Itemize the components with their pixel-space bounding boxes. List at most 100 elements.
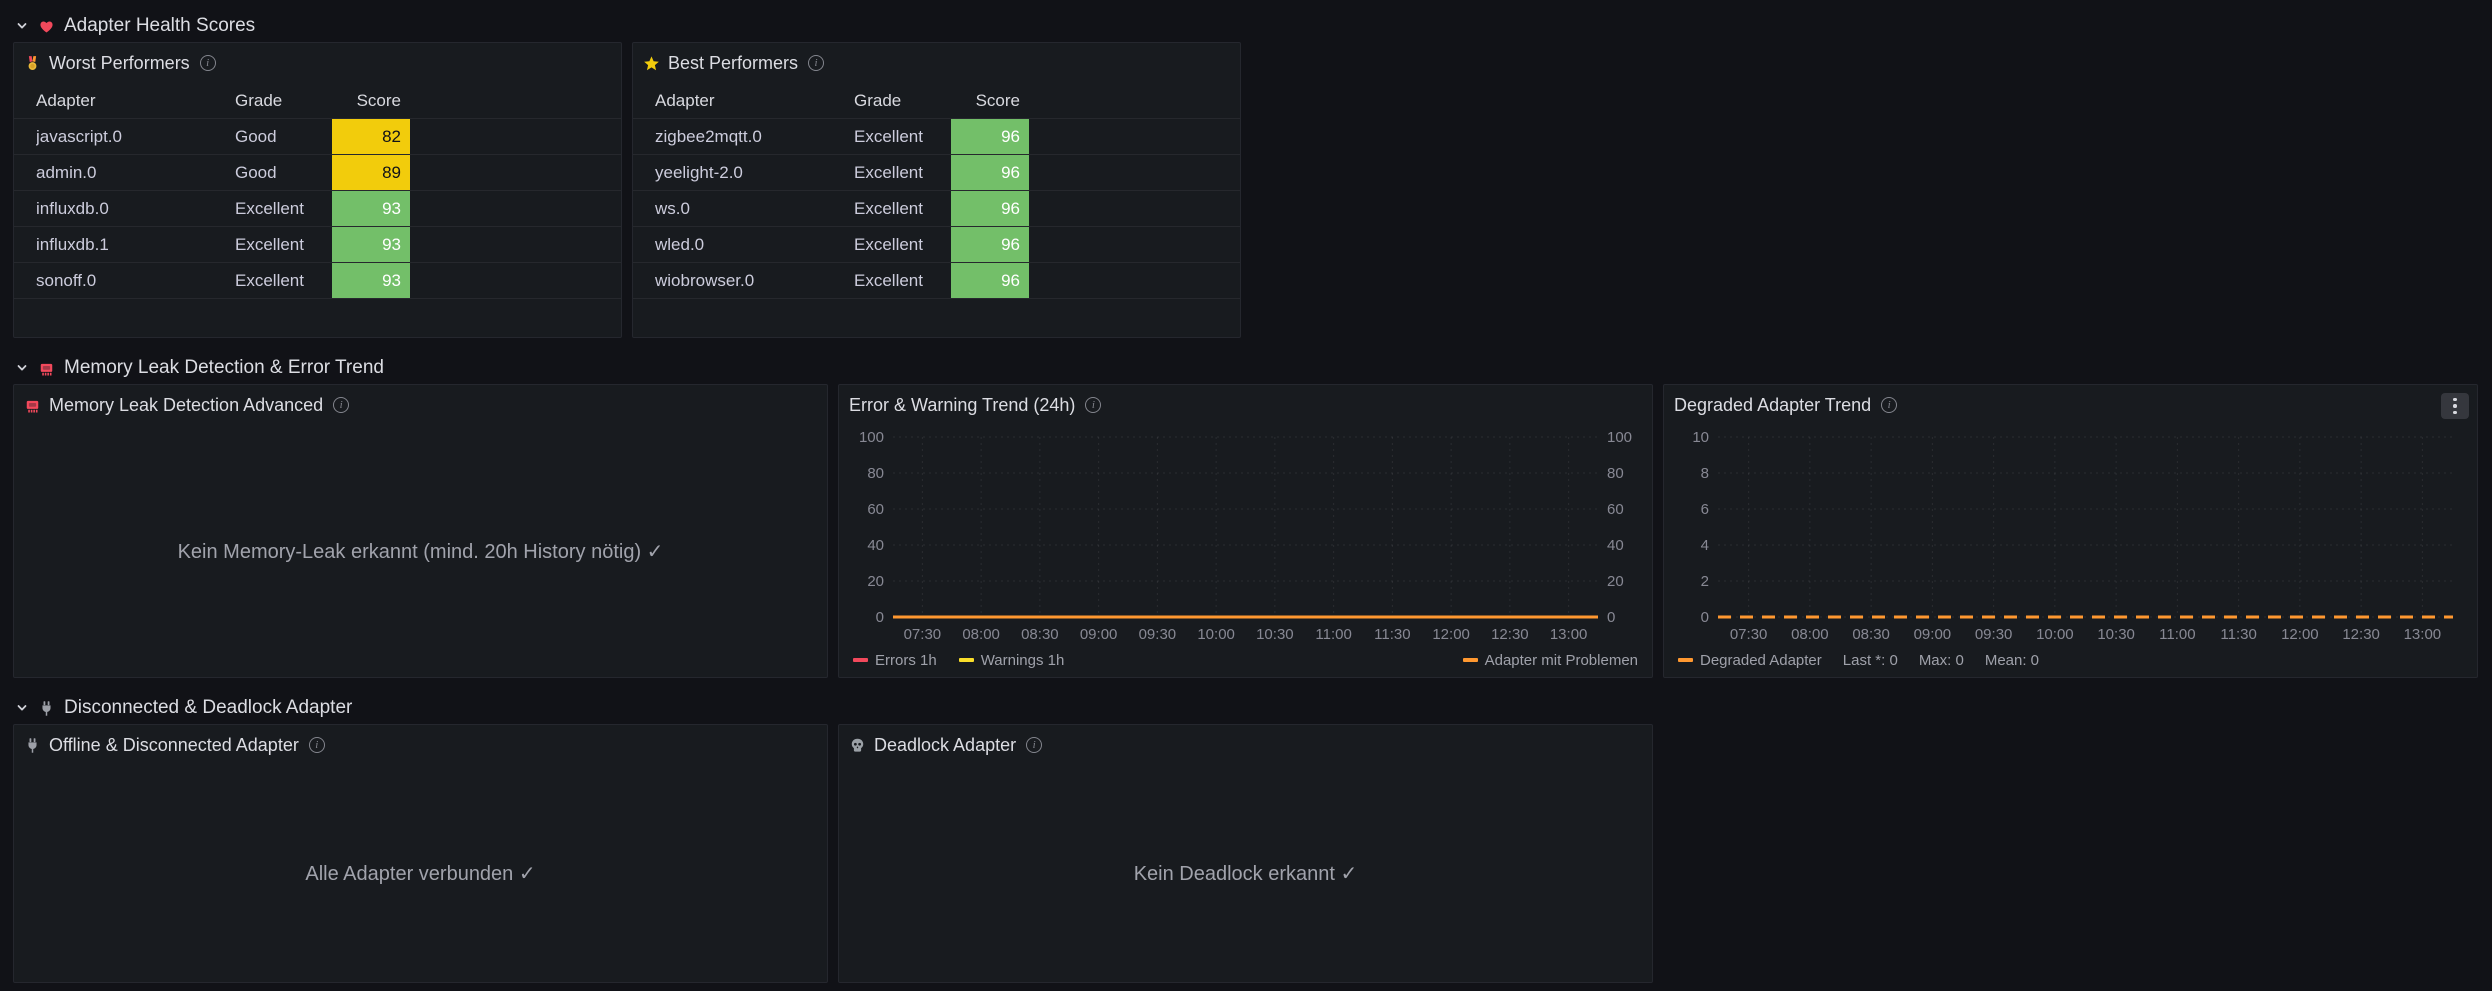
skull-icon [849, 737, 866, 754]
plug-icon [38, 700, 55, 717]
memory-chip-icon [24, 397, 41, 414]
info-icon[interactable] [200, 55, 216, 71]
legend-swatch [959, 658, 974, 662]
legend-item[interactable]: Adapter mit Problemen [1463, 652, 1638, 669]
adapter-cell: admin.0 [36, 155, 235, 190]
svg-text:0: 0 [1701, 609, 1709, 626]
svg-text:80: 80 [867, 465, 884, 482]
column-header-score[interactable]: Score [332, 83, 410, 118]
svg-text:8: 8 [1701, 465, 1709, 482]
svg-text:10:00: 10:00 [1197, 626, 1235, 643]
panel-offline-disconnected-adapter: Offline & Disconnected Adapter Alle Adap… [13, 724, 828, 983]
svg-text:0: 0 [876, 609, 884, 626]
adapter-cell: yeelight-2.0 [655, 155, 854, 190]
adapter-cell: wiobrowser.0 [655, 263, 854, 298]
panel-title[interactable]: Degraded Adapter Trend [1674, 395, 1871, 416]
memory-chip-icon [38, 360, 55, 377]
chart-plot-svg[interactable]: 00202040406060808010010007:3008:0008:300… [845, 425, 1646, 647]
degraded-adapter-plot[interactable]: 024681007:3008:0008:3009:0009:3010:0010:… [1670, 425, 2471, 647]
plug-icon [24, 737, 41, 754]
column-header-score[interactable]: Score [951, 83, 1029, 118]
panel-title[interactable]: Worst Performers [49, 53, 190, 74]
panel-title[interactable]: Best Performers [668, 53, 798, 74]
svg-text:40: 40 [867, 537, 884, 554]
legend-stat: Mean: 0 [1985, 652, 2039, 669]
table-row: sonoff.0Excellent93 [14, 263, 621, 299]
grade-cell: Excellent [854, 263, 951, 298]
legend-item[interactable]: Degraded AdapterLast *: 0Max: 0Mean: 0 [1678, 652, 2039, 669]
table-row: yeelight-2.0Excellent96 [633, 155, 1240, 191]
svg-text:12:30: 12:30 [2342, 626, 2380, 643]
legend-label: Warnings 1h [981, 652, 1065, 669]
panel-title[interactable]: Error & Warning Trend (24h) [849, 395, 1075, 416]
table-row: influxdb.0Excellent93 [14, 191, 621, 227]
row-header-memory-leak-error-trend[interactable]: Memory Leak Detection & Error Trend [15, 354, 2479, 382]
panel-menu-icon[interactable] [2441, 393, 2469, 419]
info-icon[interactable] [1026, 737, 1042, 753]
chart-plot-svg[interactable]: 024681007:3008:0008:3009:0009:3010:0010:… [1670, 425, 2471, 647]
svg-text:09:00: 09:00 [1080, 626, 1118, 643]
grade-cell: Excellent [854, 191, 951, 226]
legend-item[interactable]: Warnings 1h [959, 652, 1065, 669]
svg-text:09:00: 09:00 [1914, 626, 1952, 643]
panel-deadlock-adapter: Deadlock Adapter Kein Deadlock erkannt ✓ [838, 724, 1653, 983]
score-cell: 96 [951, 263, 1029, 298]
grade-cell: Excellent [854, 119, 951, 154]
offline-status-message: Alle Adapter verbunden ✓ [14, 765, 827, 982]
panel-best-performers: Best Performers AdapterGradeScorezigbee2… [632, 42, 1241, 338]
score-cell: 93 [332, 191, 410, 226]
adapter-cell: ws.0 [655, 191, 854, 226]
score-cell: 96 [951, 227, 1029, 262]
score-cell: 93 [332, 227, 410, 262]
column-header-grade[interactable]: Grade [854, 83, 951, 118]
svg-text:20: 20 [867, 573, 884, 590]
svg-text:08:00: 08:00 [1791, 626, 1829, 643]
chevron-down-icon [15, 19, 29, 33]
legend-label: Adapter mit Problemen [1485, 652, 1638, 669]
svg-text:11:00: 11:00 [2159, 626, 2195, 643]
grade-cell: Excellent [854, 227, 951, 262]
column-header-grade[interactable]: Grade [235, 83, 332, 118]
grade-cell: Excellent [235, 191, 332, 226]
info-icon[interactable] [333, 397, 349, 413]
svg-text:6: 6 [1701, 501, 1709, 518]
table-row: admin.0Good89 [14, 155, 621, 191]
legend-item[interactable]: Errors 1h [853, 652, 937, 669]
svg-text:20: 20 [1607, 573, 1624, 590]
svg-text:07:30: 07:30 [904, 626, 942, 643]
row-header-disconnected-deadlock[interactable]: Disconnected & Deadlock Adapter [15, 694, 2479, 722]
info-icon[interactable] [1881, 397, 1897, 413]
adapter-cell: sonoff.0 [36, 263, 235, 298]
table-row: wled.0Excellent96 [633, 227, 1240, 263]
table-row: wiobrowser.0Excellent96 [633, 263, 1240, 299]
info-icon[interactable] [808, 55, 824, 71]
svg-text:12:00: 12:00 [2281, 626, 2319, 643]
svg-text:60: 60 [1607, 501, 1624, 518]
svg-text:10: 10 [1692, 429, 1709, 446]
table-header-row: AdapterGradeScore [633, 83, 1240, 119]
table-row: influxdb.1Excellent93 [14, 227, 621, 263]
star-icon [643, 55, 660, 72]
table-row: zigbee2mqtt.0Excellent96 [633, 119, 1240, 155]
column-header-adapter[interactable]: Adapter [655, 83, 854, 118]
row-header-adapter-health-scores[interactable]: Adapter Health Scores [15, 12, 2479, 40]
svg-text:10:30: 10:30 [2097, 626, 2135, 643]
legend-label: Degraded Adapter [1700, 652, 1822, 669]
panel-title[interactable]: Memory Leak Detection Advanced [49, 395, 323, 416]
row-title: Disconnected & Deadlock Adapter [64, 697, 352, 719]
score-cell: 96 [951, 119, 1029, 154]
info-icon[interactable] [1085, 397, 1101, 413]
info-icon[interactable] [309, 737, 325, 753]
panel-title[interactable]: Deadlock Adapter [874, 735, 1016, 756]
svg-text:13:00: 13:00 [1550, 626, 1588, 643]
svg-text:12:30: 12:30 [1491, 626, 1529, 643]
panel-title[interactable]: Offline & Disconnected Adapter [49, 735, 299, 756]
error-warning-plot[interactable]: 00202040406060808010010007:3008:0008:300… [845, 425, 1646, 647]
adapter-cell: zigbee2mqtt.0 [655, 119, 854, 154]
svg-text:08:00: 08:00 [962, 626, 1000, 643]
panel-degraded-adapter-trend: Degraded Adapter Trend 024681007:3008:00… [1663, 384, 2478, 678]
column-header-adapter[interactable]: Adapter [36, 83, 235, 118]
adapter-cell: influxdb.1 [36, 227, 235, 262]
svg-text:100: 100 [859, 429, 884, 446]
score-cell: 96 [951, 155, 1029, 190]
